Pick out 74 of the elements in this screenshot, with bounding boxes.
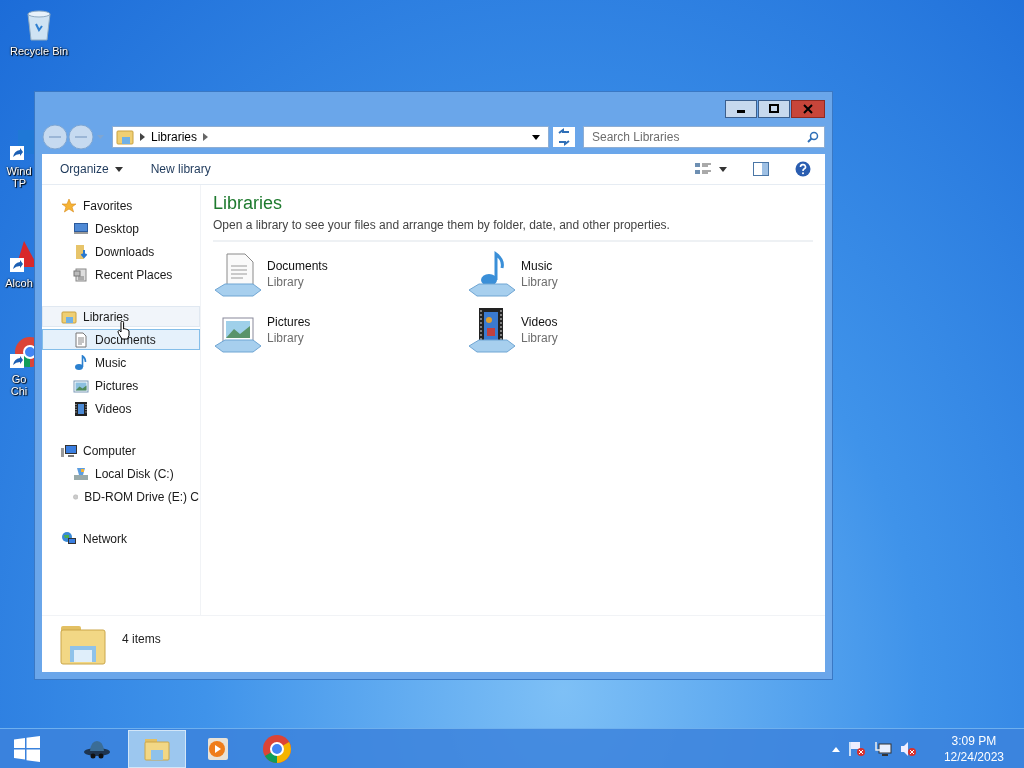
network-globe-icon [61, 530, 77, 547]
refresh-icon[interactable] [553, 127, 575, 147]
clock-time: 3:09 PM [951, 733, 997, 749]
library-type: Library [521, 331, 558, 345]
icon-label: Alcoh [5, 277, 33, 289]
icon-label: TP [11, 177, 27, 189]
music-note-icon [73, 354, 89, 371]
close-icon [803, 104, 813, 114]
nav-item[interactable]: Local Disk (C:) [42, 463, 200, 484]
film-strip-icon [73, 400, 89, 417]
library-type: Library [267, 275, 305, 289]
library-type: Library [521, 275, 558, 289]
caret-icon [114, 166, 123, 172]
help-icon[interactable] [795, 161, 811, 177]
nav-item[interactable]: Videos [42, 398, 200, 419]
clock-date: 12/24/2023 [943, 749, 1004, 765]
chrome-icon [262, 734, 292, 764]
show-hidden-icons-icon[interactable] [831, 746, 840, 752]
nav-item[interactable]: Downloads [42, 241, 200, 262]
icon-label: Chi [10, 385, 28, 397]
nav-item[interactable]: Pictures [42, 375, 200, 396]
search-field[interactable]: Search Libraries [583, 126, 825, 148]
view-options-icon[interactable] [695, 162, 711, 176]
document-icon [73, 331, 89, 348]
video-library-icon [467, 306, 517, 354]
nav-item[interactable]: Libraries [42, 306, 200, 327]
star-icon [61, 197, 77, 214]
icon-label: Recycle Bin [9, 45, 69, 57]
flag-warning-icon[interactable] [847, 741, 866, 757]
maximize-button[interactable] [758, 100, 790, 118]
caret-icon[interactable] [719, 166, 727, 172]
nav-item[interactable]: Desktop [42, 218, 200, 239]
dropdown-icon[interactable] [532, 134, 540, 140]
nav-item[interactable]: Recent Places [42, 264, 200, 285]
speaker-muted-icon[interactable] [899, 741, 918, 757]
breadcrumb[interactable]: Libraries [151, 130, 198, 144]
chevron-icon[interactable] [140, 133, 145, 141]
item-count: 4 items [122, 632, 161, 646]
page-title: Libraries [213, 192, 284, 215]
icon-label: Wind [6, 165, 32, 177]
libraries-folder-icon [116, 129, 134, 145]
nav-item[interactable]: Network [42, 528, 200, 549]
recent-places-icon [73, 266, 89, 283]
address-bar[interactable]: Libraries [112, 126, 549, 148]
close-button[interactable] [791, 100, 825, 118]
monitor-icon [73, 220, 89, 237]
nav-item[interactable]: Documents [42, 329, 200, 350]
nav-item[interactable]: BD-ROM Drive (E:) C [42, 486, 200, 507]
library-type: Library [267, 331, 305, 345]
library-name[interactable]: Videos [521, 315, 558, 329]
icon-label: Go [11, 373, 27, 385]
search-icon[interactable] [807, 131, 819, 143]
computer-icon [61, 442, 77, 459]
minimize-button[interactable] [725, 100, 757, 118]
nav-item[interactable]: Music [42, 352, 200, 373]
music-library-icon [467, 250, 517, 298]
preview-pane-icon[interactable] [753, 162, 769, 176]
library-name[interactable]: Music [521, 259, 558, 273]
chevron-icon[interactable] [203, 133, 209, 141]
maximize-icon [769, 104, 779, 114]
picture-icon [73, 377, 89, 394]
start-button[interactable] [14, 736, 40, 762]
nav-item[interactable]: Favorites [42, 195, 200, 216]
library-name[interactable]: Documents [267, 259, 328, 273]
libraries-folder-icon [61, 308, 77, 325]
folder-download-icon [73, 243, 89, 260]
document-library-icon [213, 250, 263, 298]
library-name[interactable]: Pictures [267, 315, 311, 329]
toolbar-button[interactable]: New library [142, 159, 219, 179]
network-icon[interactable] [873, 741, 892, 757]
toolbar-button[interactable]: Organize [52, 159, 131, 179]
page-description: Open a library to see your files and arrange them by folder, date, and other properties. [213, 218, 813, 242]
nav-item[interactable]: Computer [42, 440, 200, 461]
hard-drive-icon [73, 465, 89, 482]
